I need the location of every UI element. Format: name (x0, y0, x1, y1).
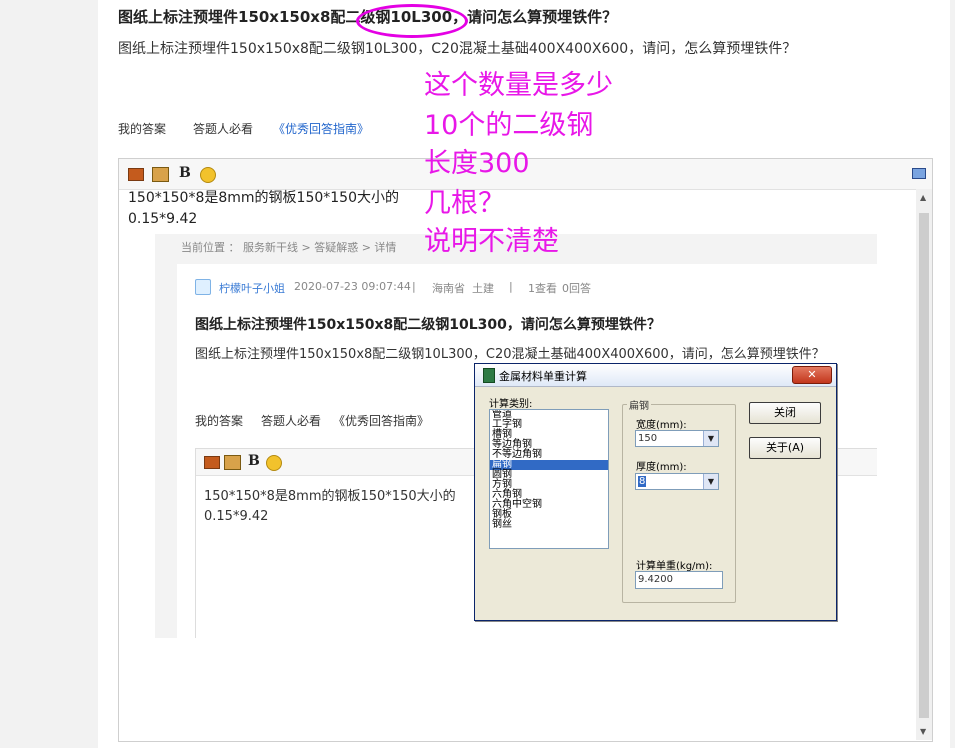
embedded-editor-line-1: 150*150*8是8mm的钢板150*150大小的 (204, 489, 456, 504)
bold-button[interactable]: B (179, 165, 191, 181)
embedded-separator: | (412, 280, 416, 293)
fullscreen-icon[interactable] (912, 168, 926, 179)
category-listbox: 管道 工字钢 槽钢 等边角钢 不等边角钢 扁钢 圆钢 方钢 六角钢 六角中空钢 钢板 钢丝 (489, 409, 609, 549)
calculator-dialog: 金属材料单重计算 ✕ 计算类别: 管道 工字钢 槽钢 等边角钢 不等边角钢 扁钢 圆钢 方钢六… (474, 363, 837, 621)
question-description: 图纸上标注预埋件150x150x8配二级钢10L300，C20混凝土基础400X… (118, 41, 797, 57)
scroll-down-arrow-icon[interactable]: ▼ (920, 727, 926, 736)
width-select: 150 ▼ (635, 430, 719, 447)
must-read-label: 答题人必看 (193, 122, 254, 136)
embedded-editor-line-2: 0.15*9.42 (204, 509, 269, 524)
insert-picture-icon[interactable] (152, 167, 169, 182)
embedded-guide-link: 《优秀回答指南》 (333, 414, 430, 428)
dialog-close-icon: ✕ (792, 366, 832, 384)
embedded-bold-icon: B (248, 453, 260, 469)
dropdown-arrow-icon: ▼ (703, 431, 718, 446)
user-avatar-icon (195, 279, 211, 295)
embedded-datetime: 2020-07-23 09:07:44 (294, 280, 411, 293)
annotation-line-3: 长度300 (424, 148, 530, 179)
editor-text-line-1: 150*150*8是8mm的钢板150*150大小的 (128, 190, 399, 206)
annotation-line-2: 10个的二级钢 (424, 110, 594, 141)
embedded-must-read: 答题人必看 (261, 414, 322, 428)
annotation-line-5: 说明不清楚 (424, 226, 559, 257)
embedded-picture-icon (224, 455, 241, 470)
embedded-location: 海南省 (432, 282, 465, 295)
category-label: 计算类别: (489, 399, 533, 410)
emoji-icon[interactable] (200, 167, 216, 183)
embedded-username: 柠檬叶子小姐 (219, 282, 285, 295)
thickness-label: 厚度(mm): (636, 462, 687, 473)
embedded-title: 图纸上标注预埋件150x150x8配二级钢10L300，请问怎么算预埋铁件？ (195, 317, 661, 333)
close-button: 关闭 (749, 402, 821, 424)
scroll-thumb[interactable] (919, 213, 929, 718)
guide-link[interactable]: 《优秀回答指南》 (273, 120, 369, 137)
width-label: 宽度(mm): (636, 420, 687, 431)
embedded-description: 图纸上标注预埋件150x150x8配二级钢10L300，C20混凝土基础400X… (195, 347, 825, 362)
embedded-separator-2: | (509, 280, 513, 293)
embedded-my-answer: 我的答案 (195, 414, 244, 428)
embedded-views: 1查看 (528, 282, 557, 295)
app-icon (483, 368, 495, 383)
dropdown-arrow-icon: ▼ (703, 474, 718, 489)
scroll-up-arrow-icon[interactable]: ▲ (920, 193, 926, 202)
my-answer-label: 我的答案 (118, 122, 167, 136)
embedded-image-icon (204, 456, 220, 469)
embedded-emoji-icon (266, 455, 282, 471)
group-label: 扁钢 (627, 397, 651, 412)
embedded-answers: 0回答 (562, 282, 591, 295)
thickness-select: 8 ▼ (635, 473, 719, 490)
category-item: 钢丝 (492, 519, 512, 530)
embedded-breadcrumb: 当前位置 ： 服务新干线 > 答疑解惑 > 详情 (181, 241, 397, 254)
editor-text-line-2: 0.15*9.42 (128, 211, 198, 227)
width-value: 150 (638, 433, 658, 444)
dialog-title: 金属材料单重计算 (499, 370, 587, 383)
thickness-value: 8 (638, 476, 647, 487)
about-button: 关于(A) (749, 437, 821, 459)
embedded-category: 土建 (472, 282, 494, 295)
editor-scrollbar[interactable]: ▲ ▼ (916, 189, 932, 740)
annotation-line-1: 这个数量是多少 (424, 70, 613, 101)
unit-weight-field: 9.4200 (635, 571, 723, 589)
insert-image-icon[interactable] (128, 168, 144, 181)
unit-weight-label: 计算单重(kg/m): (636, 561, 713, 572)
dialog-titlebar: 金属材料单重计算 ✕ (475, 364, 836, 387)
annotation-line-4: 几根？ (424, 188, 505, 219)
highlight-annotation (356, 4, 468, 38)
